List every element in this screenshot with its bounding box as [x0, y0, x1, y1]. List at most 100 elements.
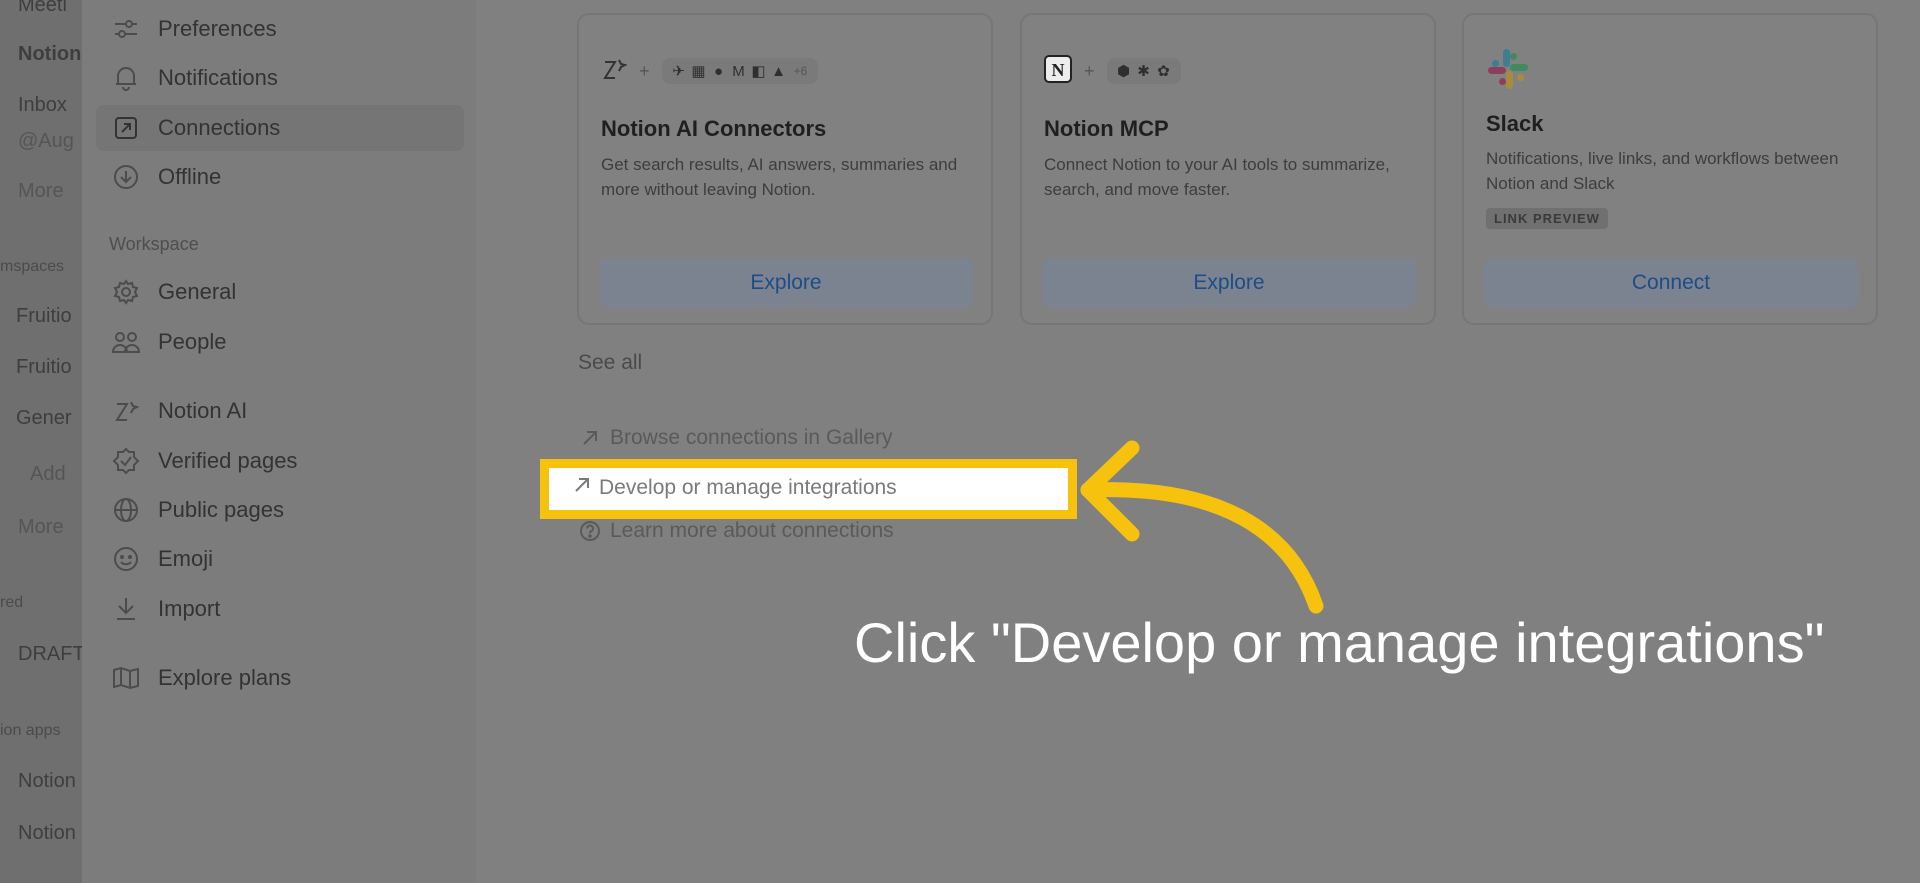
verified-badge-icon	[110, 447, 142, 475]
slack-logo-icon	[1486, 47, 1530, 96]
sidebar-more[interactable]: More	[18, 516, 64, 539]
link-label: Develop or manage integrations	[599, 476, 897, 499]
bell-icon	[110, 65, 142, 91]
nav-item-emoji[interactable]: Emoji	[96, 536, 464, 582]
nav-item-offline[interactable]: Offline	[96, 154, 464, 200]
cursor-icon: ⬢	[1116, 63, 1131, 80]
nav-item-notifications[interactable]: Notifications	[96, 55, 464, 101]
outlook-icon: ◧	[751, 63, 766, 80]
nav-item-people[interactable]: People	[96, 319, 464, 365]
openai-icon: ✿	[1157, 63, 1170, 80]
nav-item-explore-plans[interactable]: Explore plans	[96, 655, 464, 701]
card-title: Notion MCP	[1044, 116, 1169, 141]
gmail-icon: M	[732, 62, 745, 80]
card-description: Get search results, AI answers, summarie…	[601, 155, 958, 199]
card-title: Slack	[1486, 111, 1544, 136]
sidebar-section-heading: ion apps	[0, 722, 61, 739]
develop-integrations-link[interactable]: Develop or manage integrations	[540, 459, 1077, 519]
nav-item-label: Emoji	[158, 546, 214, 571]
card-logos: + ✈ ▦ ● M ◧ ▲ +6	[601, 51, 818, 91]
nav-item-preferences[interactable]: Preferences	[96, 6, 464, 52]
nav-item-connections[interactable]: Connections	[96, 105, 464, 151]
nav-item-label: Offline	[158, 164, 222, 189]
sliders-icon	[110, 18, 142, 40]
card-slack: Slack Notifications, live links, and wor…	[1462, 13, 1878, 325]
sidebar-section-heading: mspaces	[0, 258, 65, 275]
sidebar-item[interactable]: Gener	[16, 407, 72, 430]
nav-item-label: Public pages	[158, 497, 284, 522]
globe-icon	[110, 497, 142, 523]
card-logos	[1486, 48, 1530, 91]
nav-item-public-pages[interactable]: Public pages	[96, 487, 464, 533]
settings-nav: Preferences Notifications Connections Of…	[82, 0, 476, 883]
nav-item-label: Connections	[158, 115, 281, 140]
sidebar-item[interactable]: @Aug	[18, 130, 74, 153]
sidebar-item[interactable]: Notion	[18, 770, 76, 793]
card-description: Notifications, live links, and workflows…	[1486, 149, 1839, 193]
browse-gallery-link[interactable]: Browse connections in Gallery	[578, 426, 892, 450]
paper-plane-icon: ✈	[672, 63, 685, 80]
sidebar-item[interactable]: Meeti	[18, 0, 67, 17]
instruction-caption: Click "Develop or manage integrations"	[854, 611, 1825, 674]
nav-item-notion-ai[interactable]: Notion AI	[96, 388, 464, 434]
more-count: +6	[793, 64, 808, 78]
explore-button[interactable]: Explore	[1042, 259, 1416, 307]
learn-more-link[interactable]: Learn more about connections	[578, 519, 894, 543]
smiley-icon	[110, 546, 142, 572]
github-icon: ●	[713, 62, 724, 80]
connect-button[interactable]: Connect	[1484, 259, 1858, 307]
sidebar-item-inbox[interactable]: Inbox	[18, 94, 67, 117]
sidebar-item[interactable]: Fruitio	[16, 356, 72, 379]
nav-item-general[interactable]: General	[96, 269, 464, 315]
svg-text:N: N	[1052, 60, 1065, 80]
nav-item-label: Import	[158, 596, 221, 621]
nav-item-label: Verified pages	[158, 448, 298, 473]
sidebar-item[interactable]: Notion	[18, 822, 76, 845]
calendar-icon: ▦	[691, 63, 706, 80]
sidebar-item[interactable]: Notion	[18, 43, 81, 66]
sidebar-item[interactable]: DRAFT	[18, 643, 82, 666]
gear-icon	[110, 279, 142, 305]
nav-item-label: Preferences	[158, 16, 277, 41]
nav-item-label: Notifications	[158, 65, 278, 90]
notion-logo-icon: N	[1044, 54, 1072, 88]
sidebar-add[interactable]: Add	[30, 463, 66, 486]
nav-section-workspace: Workspace	[109, 234, 199, 254]
card-description: Connect Notion to your AI tools to summa…	[1044, 155, 1390, 199]
plus-icon: +	[1084, 60, 1095, 81]
drive-icon: ▲	[771, 62, 786, 80]
nav-item-verified-pages[interactable]: Verified pages	[96, 438, 464, 484]
nav-item-label: Notion AI	[158, 398, 248, 423]
link-label: Browse connections in Gallery	[610, 426, 893, 449]
notion-ai-icon	[601, 56, 628, 87]
ai-tool-logos: ⬢ ✱ ✿	[1106, 58, 1181, 84]
external-link-icon	[110, 116, 142, 140]
link-preview-badge: LINK PREVIEW	[1486, 208, 1608, 229]
card-notion-ai-connectors: + ✈ ▦ ● M ◧ ▲ +6 Notion AI Connectors Ge…	[577, 13, 993, 325]
notion-ai-icon	[110, 398, 142, 424]
nav-item-label: People	[158, 329, 227, 354]
annotation-arrow-icon	[1080, 440, 1324, 614]
sidebar-section-heading: red	[0, 594, 24, 611]
explore-button[interactable]: Explore	[599, 259, 973, 307]
map-icon	[110, 666, 142, 690]
sidebar-more[interactable]: More	[18, 180, 64, 203]
nav-item-label: General	[158, 279, 237, 304]
claude-icon: ✱	[1137, 63, 1150, 80]
people-icon	[110, 329, 142, 355]
help-circle-icon	[578, 520, 602, 542]
card-notion-mcp: N + ⬢ ✱ ✿ Notion MCP Connect Notion to y…	[1020, 13, 1436, 325]
arrow-up-right-icon	[573, 476, 591, 500]
see-all-link[interactable]: See all	[578, 351, 642, 375]
arrow-up-right-icon	[578, 429, 602, 447]
link-label: Learn more about connections	[610, 519, 894, 542]
nav-item-import[interactable]: Import	[96, 586, 464, 632]
card-title: Notion AI Connectors	[601, 116, 827, 141]
workspace-sidebar: Meeti Notion Inbox @Aug More mspaces Fru…	[0, 0, 82, 883]
sidebar-item[interactable]: Fruitio	[16, 305, 72, 328]
plus-icon: +	[639, 60, 650, 81]
download-circle-icon	[110, 164, 142, 190]
nav-item-label: Explore plans	[158, 665, 292, 690]
connector-logos: ✈ ▦ ● M ◧ ▲ +6	[661, 58, 818, 84]
card-logos: N + ⬢ ✱ ✿	[1044, 51, 1181, 91]
